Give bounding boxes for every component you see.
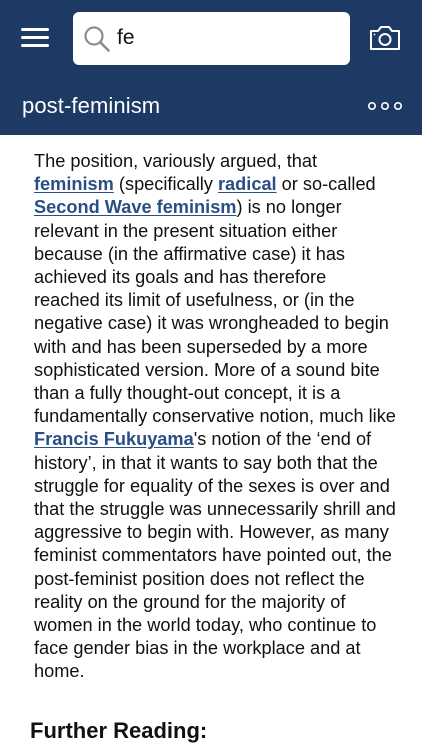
more-icon[interactable] [367,99,403,113]
app-screen: post-feminism The position, variously ar… [0,0,422,750]
link-second-wave-feminism[interactable]: Second Wave feminism [34,197,236,217]
text-run: or so-called [276,174,376,195]
link-feminism[interactable]: feminism [34,174,114,194]
page-title: post-feminism [22,93,161,118]
link-radical[interactable]: radical [218,174,277,194]
text-run: 's notion of the ‘end of history’, in th… [34,429,396,682]
menu-icon[interactable] [21,26,49,50]
text-run: ) is no longer relevant in the present s… [34,197,396,427]
menu-icon-line [21,44,49,47]
link-francis-fukuyama[interactable]: Francis Fukuyama [34,429,194,449]
camera-icon[interactable] [368,24,402,52]
menu-icon-line [21,36,49,39]
article-content: The position, variously argued, that fem… [0,135,422,750]
search-box[interactable] [73,12,350,65]
further-reading-heading: Further Reading: [30,718,208,743]
search-icon [84,26,110,52]
top-bar: post-feminism [0,0,422,135]
search-input[interactable] [117,20,337,56]
article-body: The position, variously argued, that fem… [34,150,396,684]
text-run: (specifically [113,174,218,195]
menu-icon-line [21,28,49,31]
text-run: The position, variously argued, that [34,151,318,171]
